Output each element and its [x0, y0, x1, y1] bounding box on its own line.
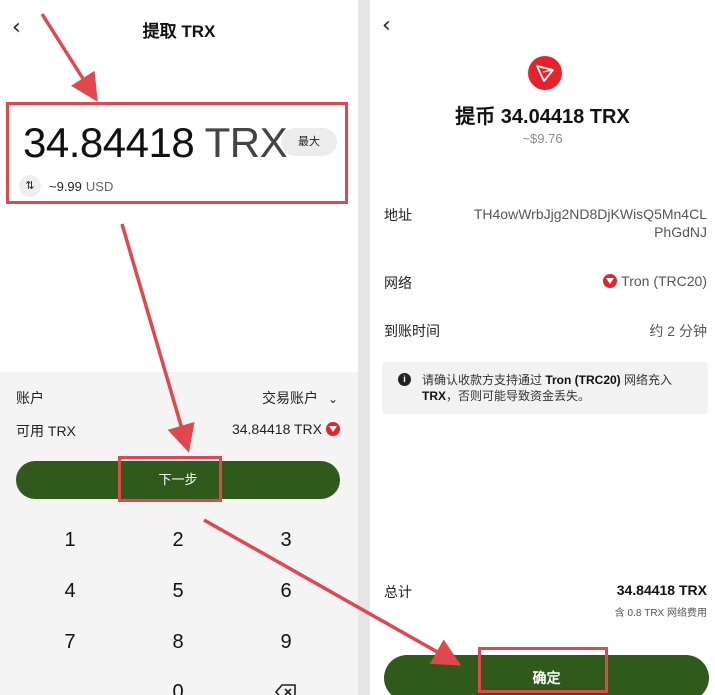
- arrow-to-next-button: [120, 223, 195, 453]
- annotation-arrows: [40, 13, 462, 666]
- arrow-to-amount: [40, 13, 98, 102]
- arrow-to-confirm-button: [203, 518, 462, 666]
